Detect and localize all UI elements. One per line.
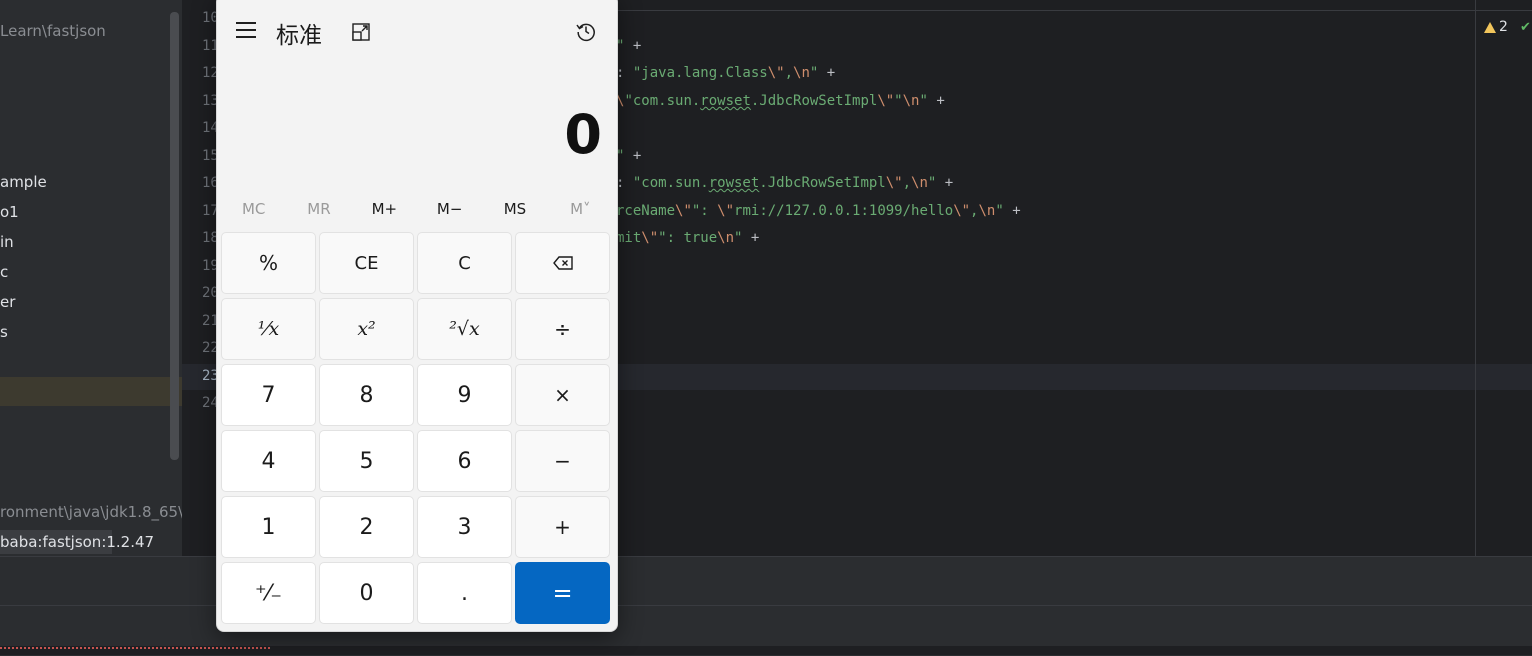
plus-button[interactable]: + bbox=[515, 496, 610, 558]
digit-9-button[interactable]: 9 bbox=[417, 364, 512, 426]
memory-recall-button[interactable]: MR bbox=[286, 195, 351, 223]
project-sidebar: Learn\fastjson ample o1 in c er s ronmen… bbox=[0, 0, 183, 556]
divide-button[interactable]: ÷ bbox=[515, 298, 610, 360]
mode-title: 标准 bbox=[276, 23, 322, 49]
minus-button[interactable]: − bbox=[515, 430, 610, 492]
digit-5-button[interactable]: 5 bbox=[319, 430, 414, 492]
equals-button[interactable]: = bbox=[515, 562, 610, 624]
digit-2-button[interactable]: 2 bbox=[319, 496, 414, 558]
warning-icon bbox=[1484, 21, 1496, 33]
digit-7-button[interactable]: 7 bbox=[221, 364, 316, 426]
sdk-path[interactable]: ronment\java\jdk1.8_65\ bbox=[0, 503, 183, 521]
check-icon[interactable]: ✔ bbox=[1520, 20, 1531, 35]
digit-1-button[interactable]: 1 bbox=[221, 496, 316, 558]
editor-right-divider bbox=[1475, 0, 1476, 556]
editor-divider bbox=[616, 10, 1532, 11]
code-line[interactable]: \"com.sun.rowset.JdbcRowSetImpl\""\n" + bbox=[616, 93, 945, 109]
memory-clear-button[interactable]: MC bbox=[221, 195, 286, 223]
memory-list-button[interactable]: M˅ bbox=[548, 195, 613, 223]
digit-0-button[interactable]: 0 bbox=[319, 562, 414, 624]
tree-item[interactable]: in bbox=[0, 233, 14, 251]
clear-entry-button[interactable]: CE bbox=[319, 232, 414, 294]
keep-on-top-icon[interactable] bbox=[351, 22, 371, 42]
negate-button[interactable]: ⁺⁄₋ bbox=[221, 562, 316, 624]
memory-add-button[interactable]: M+ bbox=[352, 195, 417, 223]
digit-3-button[interactable]: 3 bbox=[417, 496, 512, 558]
tree-item[interactable]: o1 bbox=[0, 203, 19, 221]
sidebar-scrollbar[interactable] bbox=[170, 12, 179, 460]
code-line[interactable]: " + bbox=[616, 148, 641, 164]
warning-count: 2 bbox=[1499, 19, 1508, 35]
digit-8-button[interactable]: 8 bbox=[319, 364, 414, 426]
square-root-button[interactable]: ²√x bbox=[417, 298, 512, 360]
project-path[interactable]: Learn\fastjson bbox=[0, 22, 106, 40]
result-display: 0 bbox=[564, 103, 602, 166]
tree-item[interactable]: c bbox=[0, 263, 8, 281]
memory-row: MC MR M+ M− MS M˅ bbox=[221, 195, 613, 223]
clear-button[interactable]: C bbox=[417, 232, 512, 294]
backspace-button[interactable] bbox=[515, 232, 610, 294]
tree-item[interactable]: er bbox=[0, 293, 15, 311]
backspace-icon bbox=[552, 256, 573, 270]
library-item[interactable]: baba:fastjson:1.2.47 bbox=[0, 533, 154, 551]
tree-item[interactable]: ample bbox=[0, 173, 47, 191]
tree-selected-row[interactable] bbox=[0, 377, 182, 406]
calculator-window: 标准 0 MC MR M+ M− MS M˅ % CE C ¹⁄x x² ²√x… bbox=[216, 0, 618, 632]
code-line[interactable]: mit\"": true\n" + bbox=[616, 230, 759, 246]
memory-store-button[interactable]: MS bbox=[482, 195, 547, 223]
percent-button[interactable]: % bbox=[221, 232, 316, 294]
history-icon[interactable] bbox=[575, 20, 597, 42]
digit-4-button[interactable]: 4 bbox=[221, 430, 316, 492]
multiply-button[interactable]: × bbox=[515, 364, 610, 426]
tree-item[interactable]: s bbox=[0, 323, 8, 341]
line-number-gutter bbox=[182, 0, 220, 556]
decimal-button[interactable]: . bbox=[417, 562, 512, 624]
memory-subtract-button[interactable]: M− bbox=[417, 195, 482, 223]
calculator-header: 标准 bbox=[217, 1, 617, 61]
code-line[interactable]: rceName\"": \"rmi://127.0.0.1:1099/hello… bbox=[616, 203, 1021, 219]
code-line[interactable]: : "java.lang.Class\",\n" + bbox=[616, 65, 835, 81]
console-output-strip bbox=[0, 646, 1532, 655]
warning-indicator[interactable]: 2 bbox=[1484, 19, 1508, 35]
reciprocal-button[interactable]: ¹⁄x bbox=[221, 298, 316, 360]
code-line[interactable]: " + bbox=[616, 38, 641, 54]
hamburger-menu-icon[interactable] bbox=[236, 22, 256, 38]
digit-6-button[interactable]: 6 bbox=[417, 430, 512, 492]
square-button[interactable]: x² bbox=[319, 298, 414, 360]
code-line[interactable]: : "com.sun.rowset.JdbcRowSetImpl\",\n" + bbox=[616, 175, 953, 191]
